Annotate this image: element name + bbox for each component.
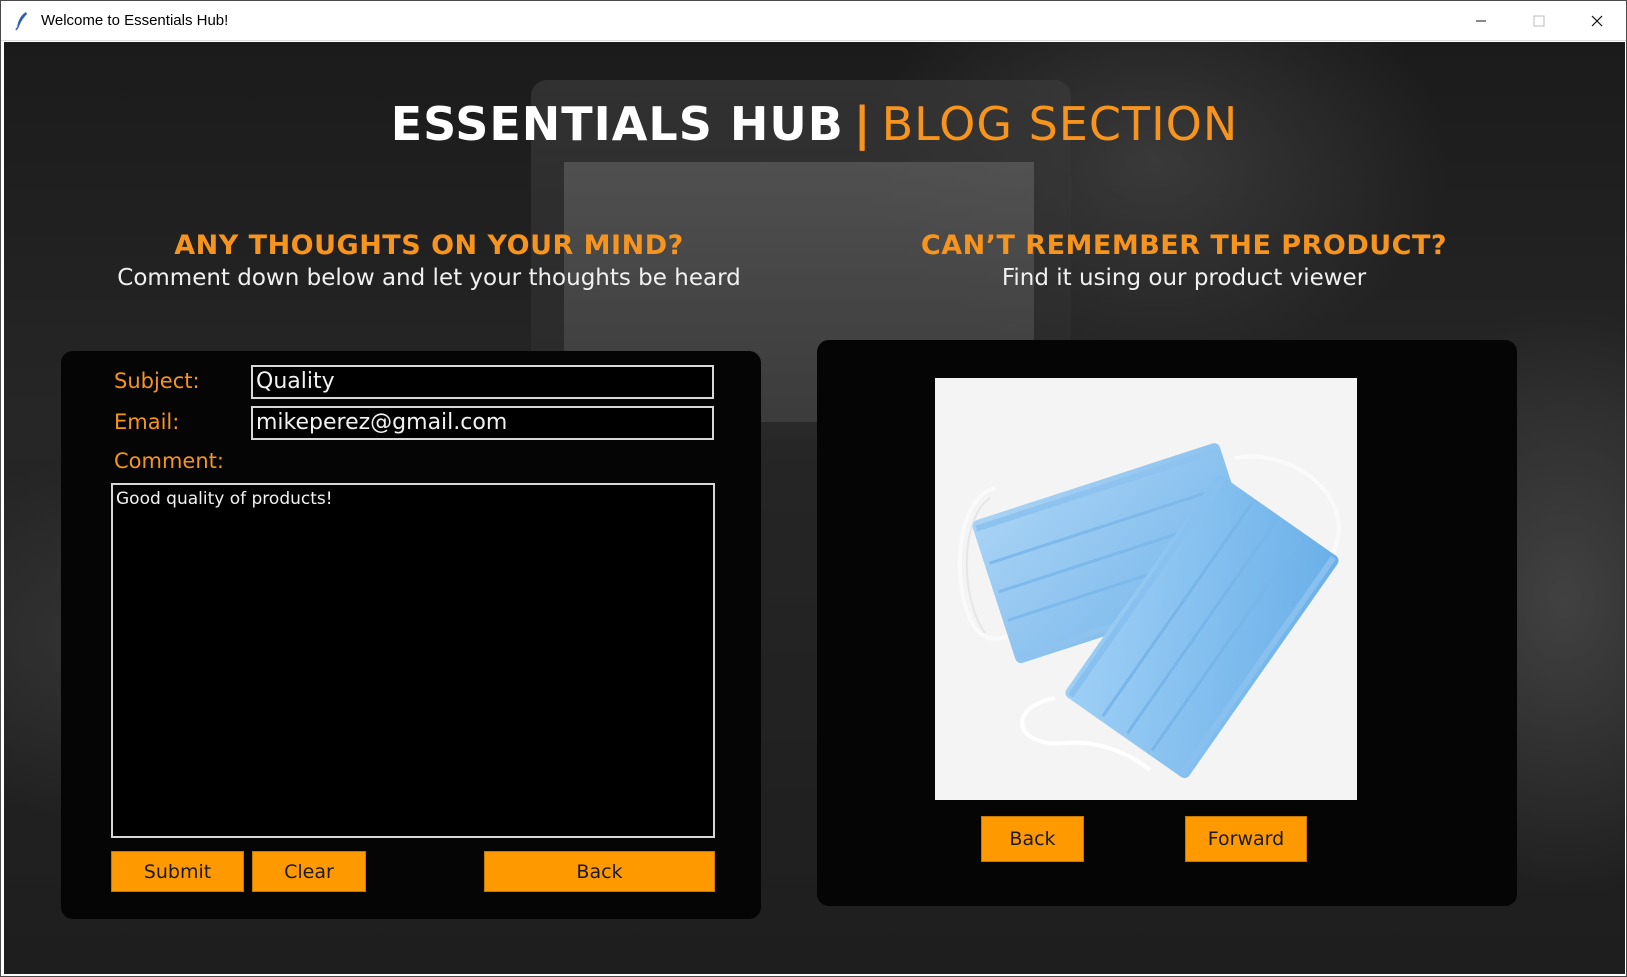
page-title: ESSENTIALS HUB | BLOG SECTION [4, 97, 1625, 151]
product-heading: CAN’T REMEMBER THE PRODUCT? Find it usin… [874, 230, 1494, 294]
section-title: BLOG SECTION [881, 97, 1239, 151]
window-title: Welcome to Essentials Hub! [41, 12, 229, 29]
comment-textarea[interactable]: Good quality of products! [111, 483, 715, 838]
subject-input[interactable]: Quality [251, 365, 714, 399]
comment-heading-title: ANY THOUGHTS ON YOUR MIND? [174, 230, 684, 261]
maximize-icon[interactable] [1510, 1, 1568, 41]
comment-form-panel: Subject: Quality Email: mikeperez@gmail.… [61, 351, 761, 919]
title-bar[interactable]: Welcome to Essentials Hub! [1, 1, 1626, 41]
brand-title: ESSENTIALS HUB [390, 97, 844, 151]
blog-content: ESSENTIALS HUB | BLOG SECTION ANY THOUGHTS… [4, 42, 1625, 974]
close-icon[interactable] [1568, 1, 1626, 41]
viewer-back-button[interactable]: Back [981, 816, 1084, 862]
subject-label: Subject: [114, 369, 200, 393]
email-label: Email: [114, 410, 180, 434]
back-button[interactable]: Back [484, 851, 715, 892]
comment-heading-subtitle: Comment down below and let your thoughts… [117, 265, 741, 291]
title-separator: | [853, 97, 872, 151]
viewer-forward-button[interactable]: Forward [1185, 816, 1307, 862]
clear-button[interactable]: Clear [252, 851, 366, 892]
face-mask-product-image [935, 378, 1357, 800]
submit-button[interactable]: Submit [111, 851, 244, 892]
product-viewer-panel: Back Forward [817, 340, 1517, 906]
comment-heading: ANY THOUGHTS ON YOUR MIND? Comment down … [114, 230, 744, 294]
product-heading-subtitle: Find it using our product viewer [1001, 265, 1367, 291]
email-input[interactable]: mikeperez@gmail.com [251, 406, 714, 440]
minimize-icon[interactable] [1452, 1, 1510, 41]
feather-icon [15, 11, 31, 31]
comment-label: Comment: [114, 449, 224, 473]
app-window: Welcome to Essentials Hub! ESSENTIALS HU… [0, 0, 1627, 977]
product-heading-title: CAN’T REMEMBER THE PRODUCT? [920, 230, 1448, 261]
window-controls [1452, 1, 1626, 41]
